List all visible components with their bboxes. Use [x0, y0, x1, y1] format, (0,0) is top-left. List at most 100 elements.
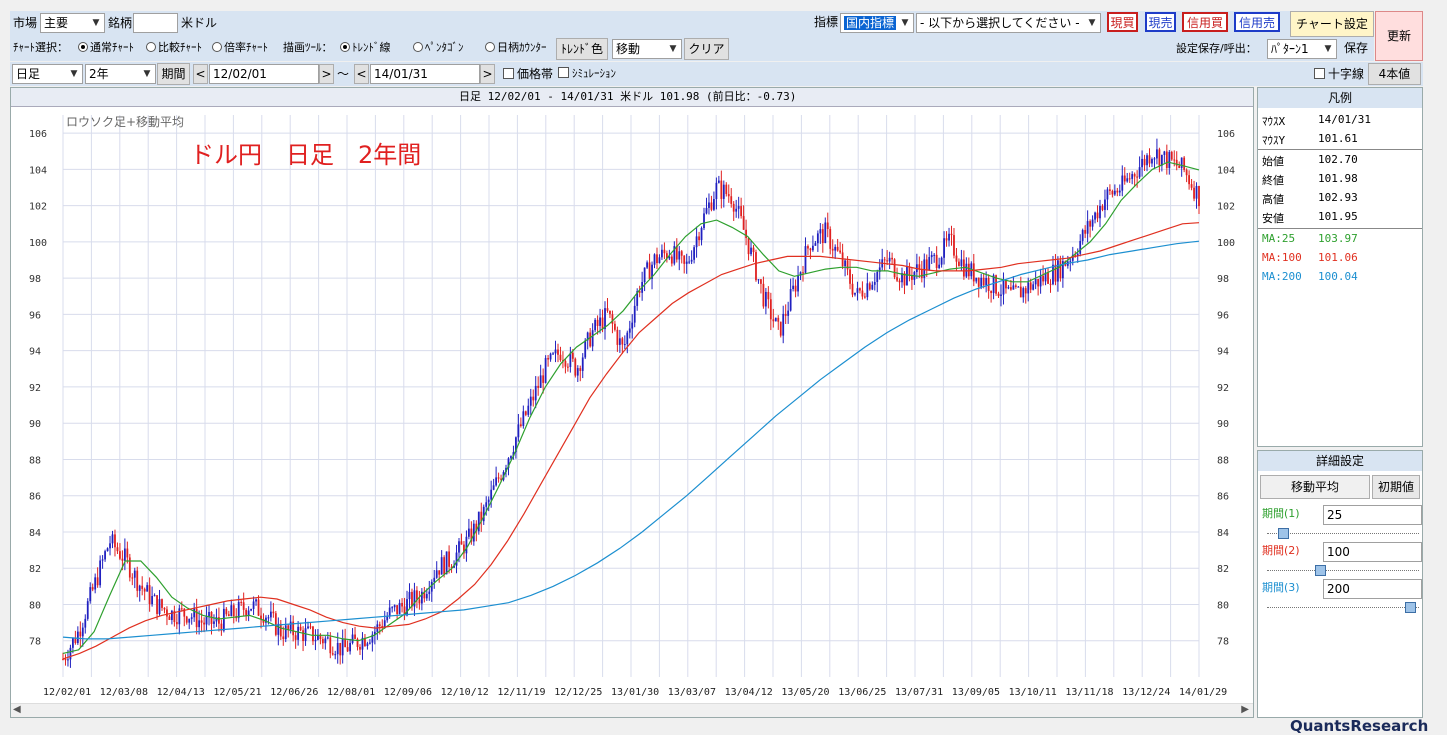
candle-body: [123, 548, 126, 561]
four-values-button[interactable]: 4本値: [1368, 63, 1421, 85]
to-date-prev-button[interactable]: <: [354, 64, 369, 84]
radio-trend-line[interactable]: ﾄﾚﾝﾄﾞ線: [340, 40, 391, 56]
candle-body: [1188, 175, 1191, 185]
credit-buy-button[interactable]: 信用買: [1182, 12, 1228, 32]
candle-body: [948, 233, 950, 241]
range-select[interactable]: 2年 ▼: [85, 64, 156, 84]
candle-body: [772, 319, 775, 322]
simulation-checkbox[interactable]: ｼﾐｭﾚｰｼｮﾝ: [558, 66, 616, 82]
to-date-input[interactable]: 14/01/31: [370, 64, 480, 84]
candle-body: [1069, 260, 1072, 262]
candle-body: [1086, 221, 1089, 234]
tab-initial-values[interactable]: 初期値: [1372, 475, 1420, 499]
candle-body: [757, 279, 760, 281]
candle-body: [1109, 189, 1111, 191]
candle-body: [953, 235, 955, 256]
to-date-next-button[interactable]: >: [480, 64, 495, 84]
radio-icon: [212, 42, 222, 52]
refresh-button[interactable]: 更新: [1375, 11, 1423, 61]
x-tick-label: 13/04/12: [725, 687, 773, 698]
candle-body: [764, 291, 767, 307]
candle-body: [133, 570, 136, 578]
scroll-left-icon[interactable]: ◀: [13, 704, 21, 715]
period3-input[interactable]: 200: [1323, 579, 1422, 599]
period2-input[interactable]: 100: [1323, 542, 1422, 562]
period3-slider[interactable]: [1267, 607, 1419, 610]
from-date-prev-button[interactable]: <: [193, 64, 208, 84]
candle-body: [193, 608, 196, 618]
candle-body: [819, 229, 822, 234]
candle-body: [732, 203, 735, 212]
candle-body: [809, 248, 812, 251]
spot-buy-button[interactable]: 現買: [1107, 12, 1138, 32]
price-band-checkbox[interactable]: 価格帯: [503, 66, 553, 82]
candle-body: [339, 642, 342, 656]
candle-body: [200, 620, 203, 623]
candle-body: [101, 559, 104, 561]
candle-body: [354, 634, 356, 639]
credit-sell-button[interactable]: 信用売: [1234, 12, 1280, 32]
symbol-input[interactable]: [133, 13, 178, 33]
candle-body: [227, 614, 230, 617]
period2-slider[interactable]: [1267, 570, 1419, 573]
period1-slider[interactable]: [1267, 533, 1419, 536]
period1-slider-thumb[interactable]: [1278, 528, 1290, 539]
radio-normal-chart[interactable]: 通常ﾁｬｰﾄ: [78, 40, 134, 56]
from-date-next-button[interactable]: >: [319, 64, 334, 84]
pattern-select[interactable]: ﾊﾟﾀｰﾝ1 ▼: [1267, 39, 1337, 59]
x-tick-label: 13/05/20: [781, 687, 829, 698]
indicator-select[interactable]: - 以下から選択してください - ▼: [916, 13, 1101, 33]
market-select[interactable]: 主要 ▼: [40, 13, 105, 33]
scroll-right-icon[interactable]: ▶: [1241, 704, 1249, 715]
candle-body: [804, 246, 807, 273]
spot-sell-button[interactable]: 現売: [1145, 12, 1176, 32]
candle-body: [611, 314, 614, 324]
candle-body: [198, 620, 201, 628]
candle-body: [769, 299, 772, 320]
symbol-name: 米ドル: [181, 16, 218, 30]
candle-body: [190, 617, 193, 619]
indicator-category-select[interactable]: 国内指標 ▼: [840, 13, 914, 33]
candle-body: [188, 618, 191, 623]
candle-body: [393, 605, 396, 608]
x-tick-label: 14/01/29: [1179, 687, 1227, 698]
candle-body: [594, 319, 597, 331]
candle-body: [1000, 294, 1002, 296]
candle-body: [495, 477, 498, 486]
from-date-input[interactable]: 12/02/01: [209, 64, 319, 84]
candle-body: [267, 617, 270, 619]
legend-mouse-y-value: 101.61: [1318, 132, 1358, 145]
candle-body: [331, 653, 334, 655]
radio-day-counter[interactable]: 日柄ｶｳﾝﾀｰ: [485, 40, 547, 56]
candle-body: [633, 305, 636, 323]
candle-body: [856, 288, 859, 293]
clear-button[interactable]: クリア: [684, 38, 729, 60]
candle-body: [1017, 286, 1020, 288]
legend-mouse-y-label: ﾏｳｽY: [1262, 134, 1286, 147]
chart-settings-button[interactable]: チャート設定: [1290, 11, 1374, 37]
radio-compare-chart[interactable]: 比較ﾁｬｰﾄ: [146, 40, 202, 56]
candle-body: [589, 332, 592, 347]
save-button[interactable]: 保存: [1344, 40, 1368, 56]
period3-slider-thumb[interactable]: [1405, 602, 1417, 613]
price-chart[interactable]: 78 78 80 80 82 82 84 84 86 86 88 88 90 90 92 92 94 94 96 96…: [11, 107, 1253, 703]
chart-horizontal-scrollbar[interactable]: ◀ ▶: [11, 703, 1253, 717]
candle-body: [824, 222, 827, 244]
candle-body: [1059, 260, 1062, 279]
period1-input[interactable]: 25: [1323, 505, 1422, 525]
crosshair-checkbox[interactable]: 十字線: [1314, 66, 1364, 82]
radio-pentagon[interactable]: ﾍﾟﾝﾀｺﾞﾝ: [413, 40, 464, 56]
period-button[interactable]: 期間: [157, 63, 190, 85]
period-type-select[interactable]: 日足 ▼: [12, 64, 83, 84]
candle-body: [980, 277, 983, 287]
period3-label: 期間(3): [1262, 581, 1300, 594]
y-tick-label-right: 98: [1217, 274, 1229, 285]
trend-color-button[interactable]: ﾄﾚﾝﾄﾞ色: [556, 38, 608, 60]
tab-moving-average[interactable]: 移動平均: [1260, 475, 1370, 499]
x-tick-label: 13/01/30: [611, 687, 659, 698]
candle-body: [208, 611, 210, 617]
radio-ratio-chart[interactable]: 倍率ﾁｬｰﾄ: [212, 40, 268, 56]
move-select[interactable]: 移動 ▼: [612, 39, 682, 59]
period2-slider-thumb[interactable]: [1314, 565, 1326, 576]
candle-body: [490, 489, 493, 500]
